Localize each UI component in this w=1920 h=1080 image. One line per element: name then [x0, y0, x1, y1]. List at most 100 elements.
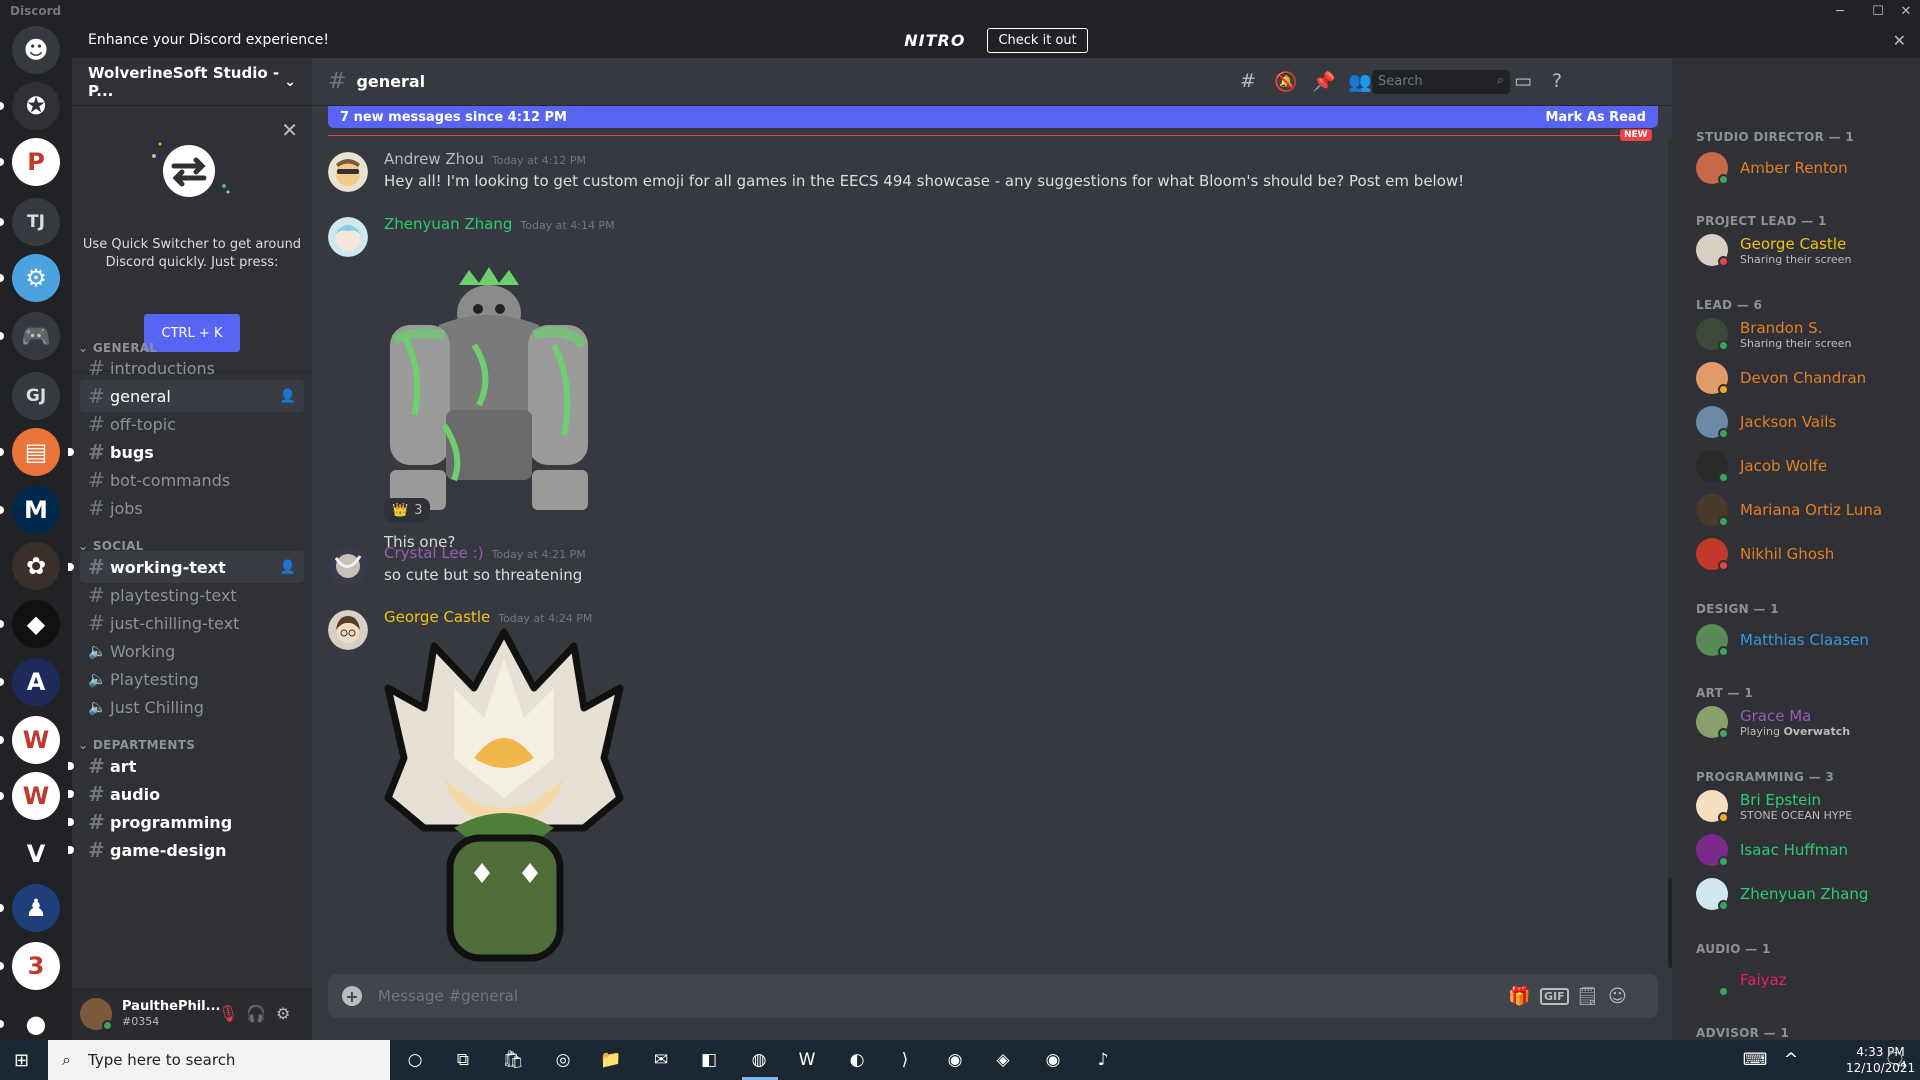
- word-icon[interactable]: W: [794, 1048, 820, 1072]
- member-item[interactable]: Devon Chandran: [1696, 358, 1916, 398]
- avatar[interactable]: [328, 217, 368, 257]
- app-icon[interactable]: ◎: [550, 1048, 576, 1072]
- vscode-icon[interactable]: ⟩: [892, 1048, 918, 1072]
- member-item[interactable]: Isaac Huffman: [1696, 830, 1916, 870]
- office-icon[interactable]: ◧: [696, 1048, 722, 1072]
- m-block-icon[interactable]: M: [12, 486, 60, 534]
- message-composer[interactable]: + Message #general 🎁 GIF 🗒 ☺: [328, 974, 1658, 1018]
- mark-as-read-button[interactable]: Mark As Read: [1545, 110, 1646, 125]
- close-window-button[interactable]: ✕: [1892, 0, 1920, 22]
- wolverinesoft-studio-icon[interactable]: W: [12, 772, 60, 820]
- author-name[interactable]: Zhenyuan Zhang: [384, 215, 512, 233]
- author-name[interactable]: Andrew Zhou: [384, 150, 484, 168]
- server-tj[interactable]: TJ: [12, 198, 60, 246]
- avatar[interactable]: [328, 152, 368, 192]
- channel-game-design[interactable]: # game-design: [68, 834, 304, 866]
- author-name[interactable]: George Castle: [384, 608, 490, 626]
- member-item[interactable]: Amber Renton: [1696, 148, 1916, 188]
- minimize-button[interactable]: ─: [1826, 0, 1854, 22]
- mute-microphone-icon[interactable]: 🎙: [218, 1004, 238, 1023]
- member-item[interactable]: Mariana Ortiz Luna: [1696, 490, 1916, 530]
- role-header: LEAD — 6: [1696, 298, 1763, 312]
- emoji-picker-icon[interactable]: ☺: [1608, 986, 1627, 1007]
- member-item[interactable]: Bri Epstein STONE OCEAN HYPE: [1696, 786, 1916, 826]
- help-icon[interactable]: ?: [1552, 70, 1562, 92]
- reaction-chip[interactable]: 👑 3: [384, 498, 431, 522]
- chrome-icon[interactable]: ◉: [942, 1048, 968, 1072]
- discord-taskbar-icon[interactable]: ◍: [746, 1048, 772, 1072]
- windows-start-icon[interactable]: ⊞: [14, 1050, 29, 1071]
- mail-icon[interactable]: ✉: [648, 1048, 674, 1072]
- server-gj[interactable]: GJ: [12, 372, 60, 420]
- wolverinesoft-icon[interactable]: W: [12, 716, 60, 764]
- colorful-shapes-icon[interactable]: ◆: [12, 600, 60, 648]
- member-item[interactable]: Brandon S. Sharing their screen: [1696, 314, 1916, 354]
- compass-emblem-icon[interactable]: ✪: [12, 82, 60, 130]
- gift-icon[interactable]: 🎁: [1508, 986, 1530, 1007]
- member-item[interactable]: Jackson Vails: [1696, 402, 1916, 442]
- bloom-art-icon[interactable]: ✿: [12, 542, 60, 590]
- invite-icon[interactable]: 👤: [280, 560, 296, 575]
- message-input[interactable]: Message #general: [378, 987, 518, 1005]
- status-dot: [1718, 340, 1729, 351]
- member-item[interactable]: Zhenyuan Zhang: [1696, 874, 1916, 914]
- gif-button[interactable]: GIF: [1540, 988, 1569, 1005]
- discord-home-icon[interactable]: ☻: [12, 26, 60, 74]
- channel-jobs[interactable]: # jobs: [80, 492, 304, 524]
- message: Zhenyuan Zhang Today at 4:14 PM 👑 3 This o…: [328, 215, 1628, 555]
- michigan-animation-icon[interactable]: A: [12, 658, 60, 706]
- golem-emoji-image[interactable]: [384, 265, 594, 520]
- chevron-up-icon[interactable]: ^: [1778, 1048, 1804, 1072]
- pawn-icon[interactable]: ♟: [12, 884, 60, 932]
- sticker-icon[interactable]: 🗒: [1576, 986, 1599, 1007]
- inbox-icon[interactable]: ▭: [1514, 70, 1532, 92]
- store-icon[interactable]: 🛍: [500, 1048, 526, 1072]
- notification-bell-icon[interactable]: 🔕: [1274, 70, 1298, 93]
- username: PaulthePhil...: [122, 999, 221, 1014]
- ctrl-k-button[interactable]: CTRL + K: [144, 314, 240, 352]
- avatar[interactable]: [328, 610, 368, 650]
- threads-icon[interactable]: #: [1240, 70, 1256, 92]
- voice-channel-just-chilling[interactable]: 🔈 Just Chilling: [80, 691, 304, 723]
- avatar[interactable]: [80, 998, 113, 1031]
- pin-icon[interactable]: 📌: [1312, 70, 1336, 93]
- quick-switcher-close-icon[interactable]: ✕: [281, 118, 298, 142]
- app-icon[interactable]: ◈: [990, 1048, 1016, 1072]
- p-logo-icon[interactable]: P: [12, 138, 60, 186]
- member-item[interactable]: Faiyaz: [1696, 960, 1916, 1000]
- member-item[interactable]: Matthias Claasen: [1696, 620, 1916, 660]
- chrome-icon[interactable]: ◉: [1040, 1048, 1066, 1072]
- headphones-icon[interactable]: 🎧: [246, 1004, 266, 1023]
- lantern-icon[interactable]: ▤: [12, 428, 60, 476]
- member-item[interactable]: Grace Ma Playing Overwatch: [1696, 702, 1916, 742]
- flame-icon[interactable]: 3: [12, 942, 60, 990]
- mascot-gear-icon[interactable]: ⚙: [12, 254, 60, 302]
- game-controller-icon[interactable]: 🎮: [12, 312, 60, 360]
- maximize-button[interactable]: ☐: [1864, 0, 1892, 22]
- member-name: Jacob Wolfe: [1740, 457, 1828, 475]
- member-item[interactable]: Nikhil Ghosh: [1696, 534, 1916, 574]
- author-name[interactable]: Crystal Lee :): [384, 544, 484, 562]
- invite-icon[interactable]: 👤: [280, 389, 296, 404]
- hash-icon: #: [88, 496, 105, 520]
- member-item[interactable]: George Castle Sharing their screen: [1696, 230, 1916, 270]
- keyboard-icon[interactable]: ⌨: [1742, 1048, 1768, 1072]
- new-messages-bar[interactable]: 7 new messages since 4:12 PM Mark As Rea…: [328, 106, 1658, 128]
- vtag-games-icon[interactable]: V: [12, 830, 60, 878]
- task-view-icon[interactable]: ⧉: [450, 1048, 476, 1072]
- avatar[interactable]: [328, 546, 368, 586]
- gear-icon[interactable]: ⚙: [276, 1004, 290, 1023]
- itunes-icon[interactable]: ♪: [1090, 1048, 1116, 1072]
- cortana-icon[interactable]: ○: [402, 1048, 428, 1072]
- taskbar-search-input[interactable]: ⌕ Type here to search: [48, 1040, 390, 1080]
- member-item[interactable]: Jacob Wolfe: [1696, 446, 1916, 486]
- nitro-close-icon[interactable]: ✕: [1893, 31, 1906, 50]
- guild-header[interactable]: WolverineSoft Studio - P... ⌄: [72, 58, 312, 106]
- member-list-icon[interactable]: 👥: [1348, 70, 1372, 93]
- search-input[interactable]: Search ⌕: [1372, 70, 1510, 94]
- add-attachment-icon[interactable]: +: [342, 986, 362, 1006]
- check-it-out-button[interactable]: Check it out: [987, 27, 1088, 53]
- file-explorer-icon[interactable]: 📁: [598, 1048, 624, 1072]
- bloom-flower-emoji-image[interactable]: [384, 628, 624, 968]
- edge-icon[interactable]: ◐: [844, 1048, 870, 1072]
